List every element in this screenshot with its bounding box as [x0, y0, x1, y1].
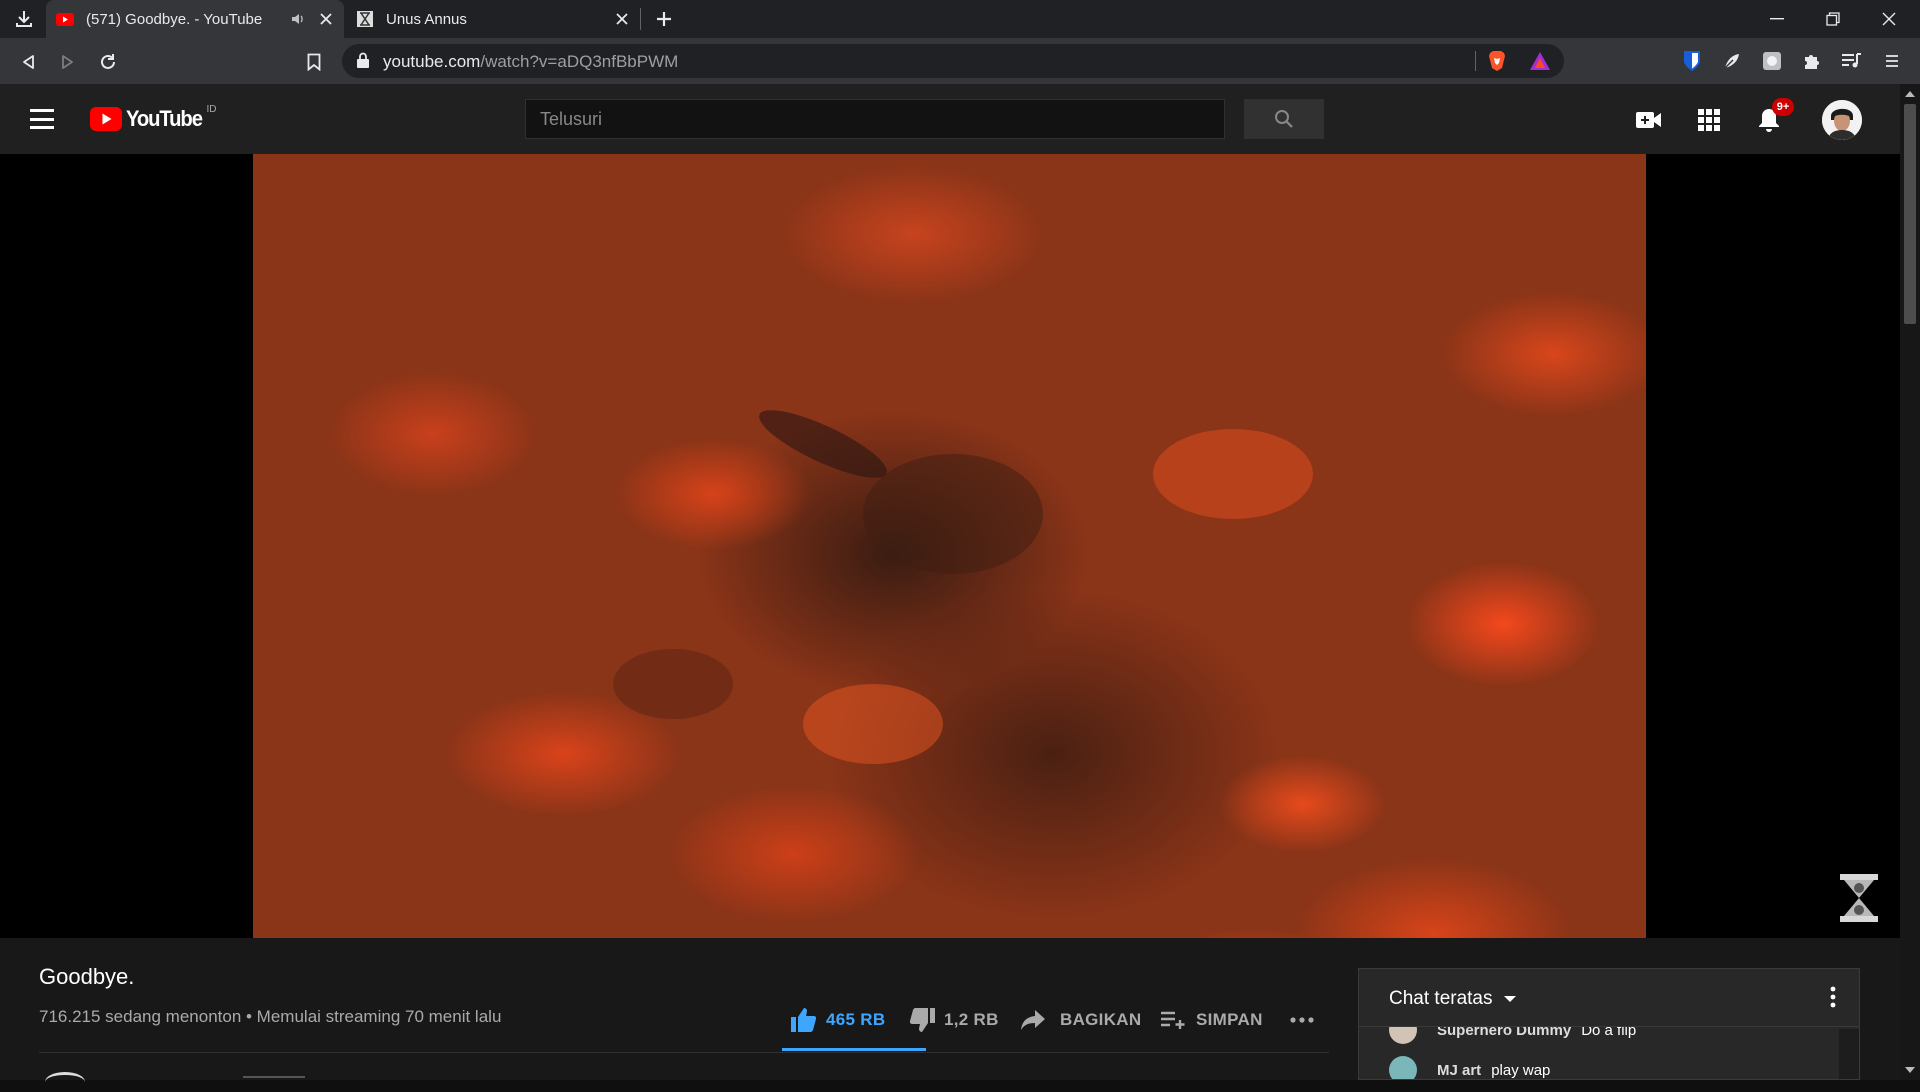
video-player[interactable]: [253, 154, 1646, 938]
youtube-favicon-icon: [56, 12, 74, 26]
address-bar[interactable]: youtube.com/watch?v=aDQ3nfBbPWM: [342, 44, 1564, 78]
tab-title: Unus Annus: [386, 10, 467, 28]
extensions-puzzle-icon[interactable]: [1797, 46, 1827, 76]
chat-header: Chat teratas: [1359, 969, 1859, 1027]
subscribe-placeholder: [243, 1076, 305, 1078]
dislike-button[interactable]: 1,2 RB: [908, 1005, 999, 1035]
unus-annus-hourglass-watermark: [1838, 872, 1880, 924]
unus-annus-favicon-icon: [356, 11, 374, 27]
forward-icon[interactable]: [54, 48, 82, 76]
add-to-playlist-icon: [1161, 1011, 1185, 1029]
share-label: BAGIKAN: [1060, 1010, 1142, 1029]
tab-title: (571) Goodbye. - YouTube: [86, 10, 263, 28]
save-label: SIMPAN: [1196, 1010, 1263, 1029]
chat-scrollbar[interactable]: [1839, 1029, 1859, 1079]
close-tab-icon[interactable]: [316, 9, 336, 29]
live-chat-panel: Superhero Dummy Do a flip MJ art play wa…: [1358, 968, 1860, 1080]
like-ratio-bar: [782, 1048, 926, 1051]
caret-down-icon: [1503, 996, 1516, 1002]
thumbs-down-icon: [909, 1008, 935, 1032]
account-avatar[interactable]: [1822, 100, 1862, 140]
restore-icon[interactable]: [1806, 0, 1860, 38]
chat-message: MJ art play wap: [1389, 1055, 1551, 1079]
youtube-logo[interactable]: YouTube ID: [90, 104, 217, 131]
search-box: [525, 99, 1225, 139]
browser-menu-icon[interactable]: [1877, 46, 1907, 76]
chat-author[interactable]: MJ art: [1437, 1062, 1481, 1079]
brave-shields-icon[interactable]: [1482, 46, 1512, 76]
leaf-extension-icon[interactable]: [1717, 46, 1747, 76]
youtube-play-logo-icon: [90, 107, 122, 131]
chat-text: play wap: [1491, 1061, 1551, 1079]
chat-more-icon[interactable]: [1821, 985, 1845, 1009]
tab-youtube[interactable]: (571) Goodbye. - YouTube: [46, 0, 344, 38]
omnibox-separator: [1475, 51, 1476, 71]
search-icon: [1275, 110, 1293, 128]
youtube-masthead: YouTube ID 9+: [0, 84, 1900, 154]
share-button[interactable]: BAGIKAN: [1020, 1005, 1141, 1035]
media-control-icon[interactable]: [1837, 46, 1867, 76]
back-icon[interactable]: [14, 48, 42, 76]
guide-menu-icon[interactable]: [28, 106, 56, 132]
share-arrow-icon: [1021, 1010, 1045, 1030]
url-text: youtube.com/watch?v=aDQ3nfBbPWM: [383, 52, 678, 72]
create-video-icon[interactable]: [1634, 105, 1664, 135]
reload-icon[interactable]: [94, 48, 122, 76]
video-title: Goodbye.: [39, 964, 135, 989]
chat-title: Chat teratas: [1389, 988, 1493, 1009]
new-tab-icon[interactable]: [652, 7, 676, 31]
url-path: /watch?v=aDQ3nfBbPWM: [480, 52, 679, 71]
scroll-up-icon[interactable]: [1904, 88, 1916, 100]
more-actions-button[interactable]: [1290, 1005, 1314, 1035]
tab-unus-annus[interactable]: Unus Annus: [346, 0, 640, 38]
like-button[interactable]: 465 RB: [790, 1005, 885, 1035]
tab-separator: [640, 8, 641, 30]
bitwarden-extension-icon[interactable]: [1677, 46, 1707, 76]
browser-tab-strip: (571) Goodbye. - YouTube Unus Annus: [0, 0, 1920, 38]
minimize-icon[interactable]: [1750, 0, 1804, 38]
save-button[interactable]: SIMPAN: [1160, 1005, 1263, 1035]
brave-rewards-icon[interactable]: [1525, 46, 1555, 76]
search-input[interactable]: [525, 99, 1225, 139]
channel-avatar[interactable]: [45, 1072, 85, 1092]
close-tab-icon[interactable]: [612, 9, 632, 29]
like-count: 465 RB: [826, 1010, 886, 1029]
dislike-count: 1,2 RB: [944, 1010, 999, 1029]
close-window-icon[interactable]: [1862, 0, 1916, 38]
apps-grid-icon[interactable]: [1694, 105, 1724, 135]
lock-icon[interactable]: [356, 52, 370, 74]
chat-avatar: [1389, 1056, 1417, 1079]
notification-count-badge: 9+: [1772, 98, 1794, 116]
bookmark-icon[interactable]: [300, 48, 328, 76]
screenshot-extension-icon[interactable]: [1757, 46, 1787, 76]
more-horizontal-icon: [1290, 1017, 1314, 1023]
divider: [39, 1052, 1329, 1053]
youtube-wordmark: YouTube: [126, 106, 203, 131]
thumbs-up-icon: [791, 1008, 817, 1032]
speaker-icon[interactable]: [288, 9, 308, 29]
video-frame-detail: [613, 410, 1313, 764]
chat-mode-dropdown[interactable]: Chat teratas: [1389, 988, 1517, 1010]
scroll-down-icon[interactable]: [1904, 1064, 1916, 1076]
browser-toolbar: youtube.com/watch?v=aDQ3nfBbPWM: [0, 38, 1920, 84]
search-button[interactable]: [1244, 99, 1324, 139]
scrollbar-thumb[interactable]: [1904, 104, 1916, 324]
video-meta: 716.215 sedang menonton • Memulai stream…: [39, 1007, 502, 1026]
download-icon[interactable]: [10, 6, 38, 32]
region-code: ID: [206, 104, 217, 115]
url-host: youtube.com: [383, 52, 481, 71]
